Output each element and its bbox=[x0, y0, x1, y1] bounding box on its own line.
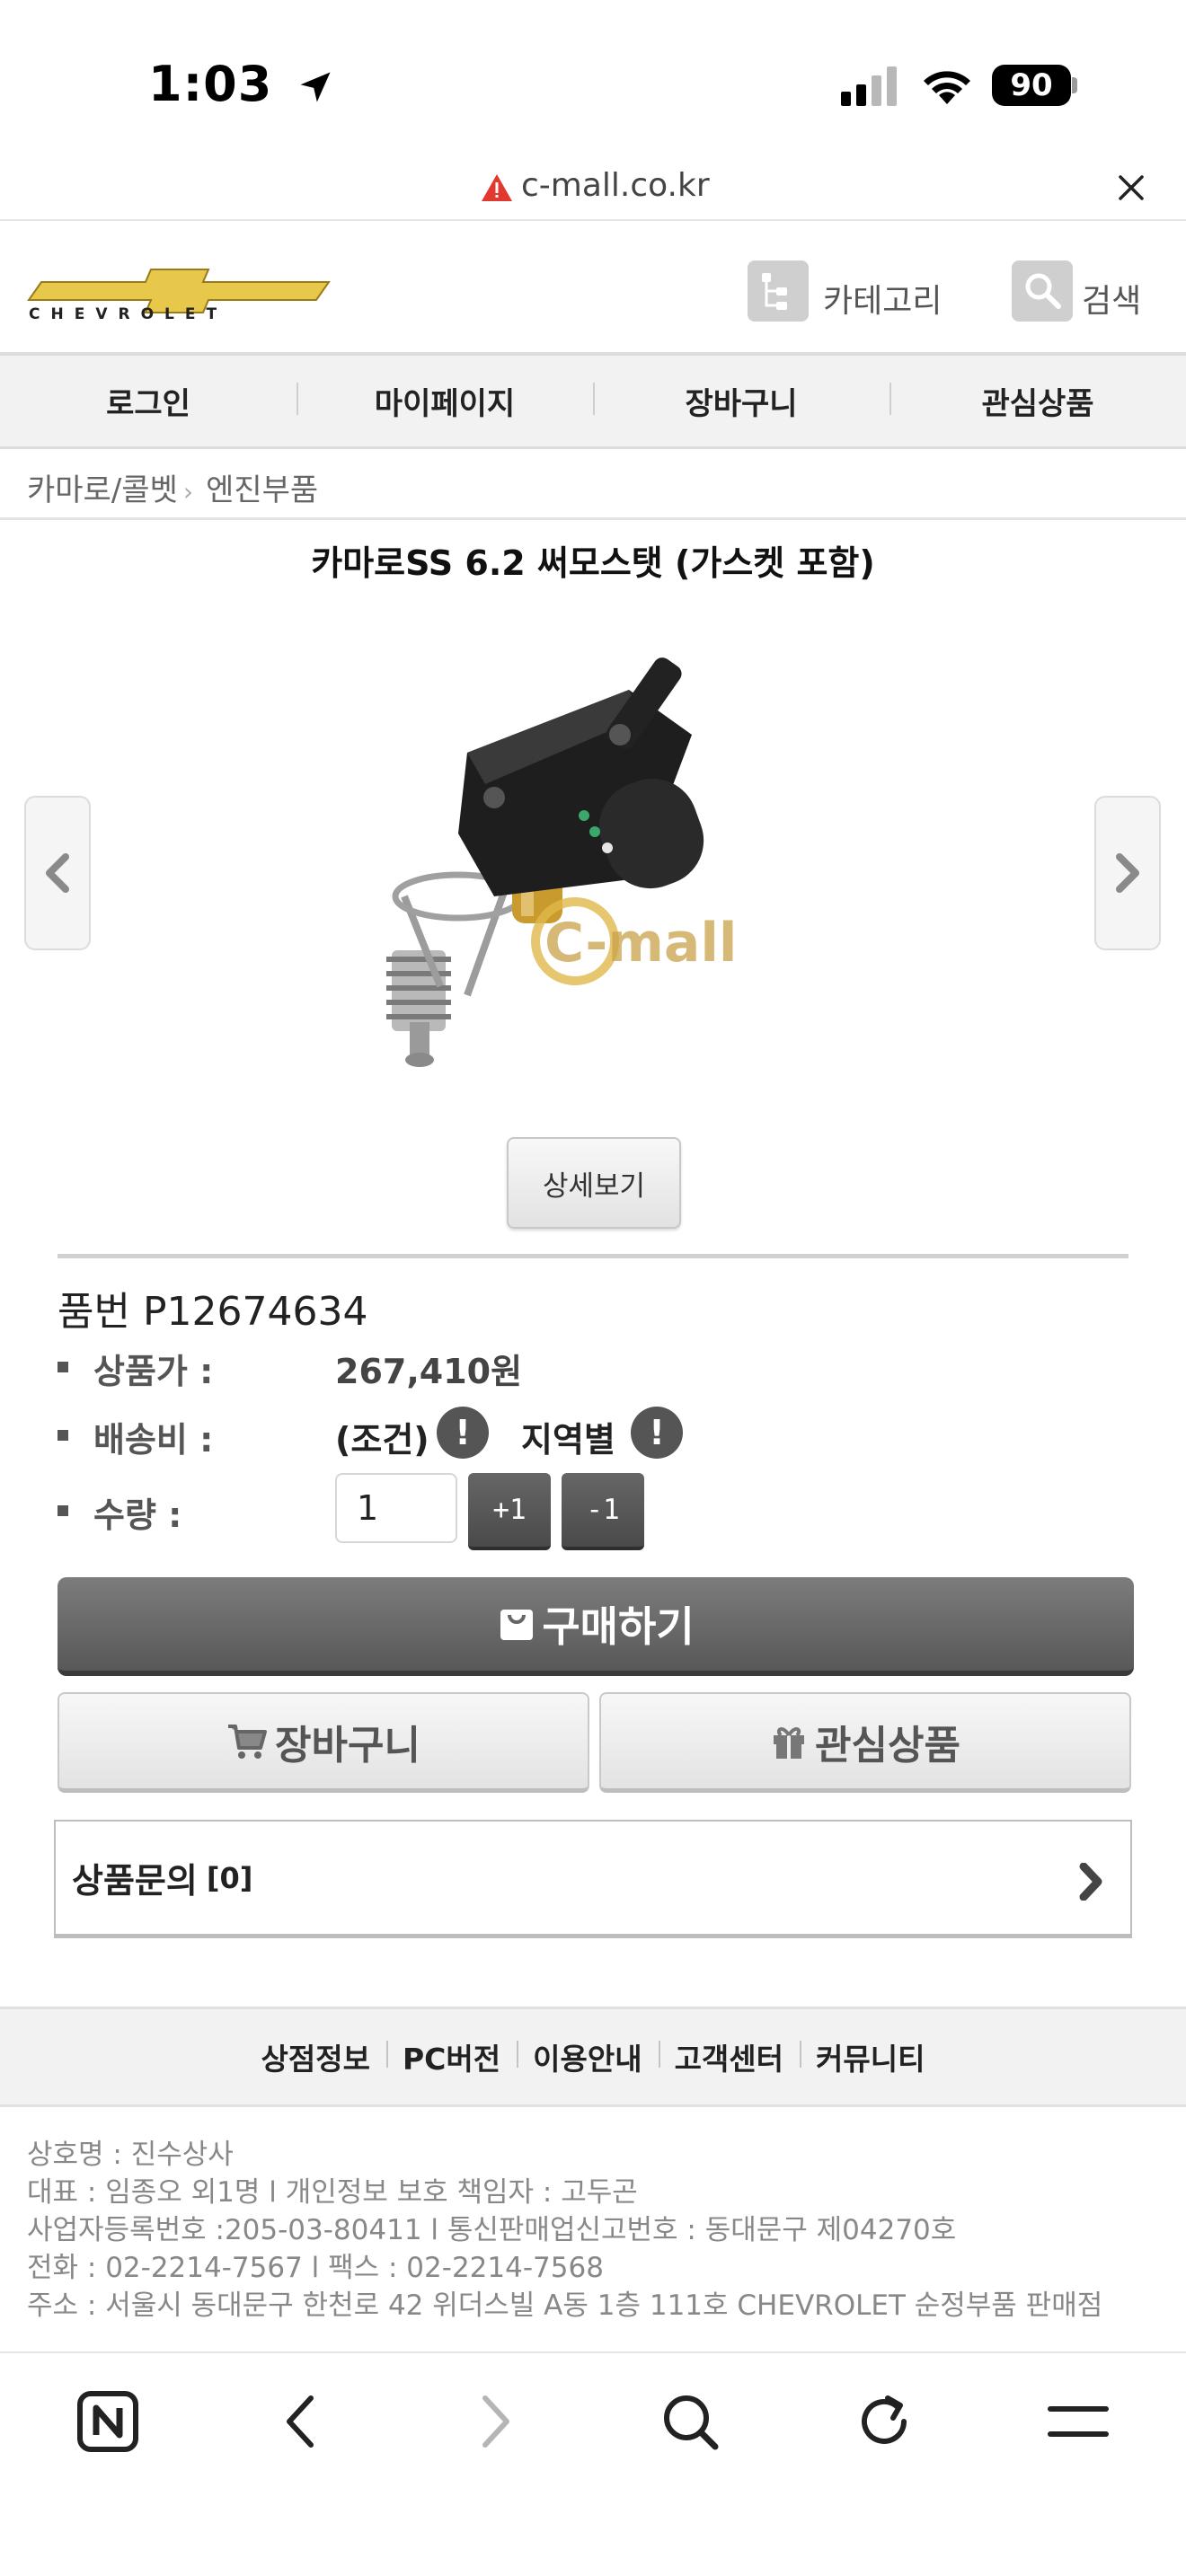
search-label[interactable]: 검색 bbox=[1082, 275, 1141, 322]
n-home-icon[interactable] bbox=[72, 2386, 144, 2457]
chevron-left-icon bbox=[46, 853, 69, 893]
status-time: 1:03 bbox=[148, 56, 335, 112]
price-label: 상품가 : bbox=[93, 1352, 214, 1391]
footer-company-name: 상호명 : 진수상사 bbox=[27, 2139, 234, 2171]
buy-button[interactable]: 구매하기 bbox=[58, 1577, 1134, 1676]
add-to-wishlist-button[interactable]: 관심상품 bbox=[599, 1692, 1131, 1793]
wishlist-button-label: 관심상품 bbox=[815, 1722, 960, 1769]
search-icon[interactable] bbox=[1012, 260, 1073, 322]
breadcrumb-separator: › bbox=[182, 477, 194, 507]
url-bar-divider bbox=[0, 219, 1186, 221]
battery-indicator: 90 bbox=[992, 65, 1071, 106]
back-icon[interactable] bbox=[264, 2386, 336, 2457]
chevrolet-logo[interactable]: CHEVROLET bbox=[27, 266, 332, 323]
breadcrumb-item-camaro[interactable]: 카마로/콜벳 bbox=[27, 472, 178, 508]
search-icon[interactable] bbox=[654, 2386, 726, 2457]
detail-view-button[interactable]: 상세보기 bbox=[507, 1137, 681, 1229]
chevron-right-icon bbox=[1116, 853, 1139, 893]
quantity-plus-button[interactable]: +1 bbox=[468, 1473, 551, 1550]
status-time-text: 1:03 bbox=[148, 56, 273, 112]
footer-nav-guide[interactable]: 이용안내 bbox=[517, 2035, 658, 2078]
inquiry-label: 상품문의 bbox=[72, 1861, 198, 1901]
footer-representative: 대표 : 임종오 외1명 l 개인정보 보호 책임자 : 고두곤 bbox=[27, 2176, 638, 2209]
breadcrumb-divider bbox=[0, 517, 1186, 520]
menu-login[interactable]: 로그인 bbox=[0, 379, 296, 423]
gift-icon bbox=[774, 1726, 805, 1759]
add-to-cart-button[interactable]: 장바구니 bbox=[58, 1692, 589, 1793]
inquiry-count: [0] bbox=[206, 1860, 253, 1895]
battery-cap bbox=[1072, 77, 1077, 93]
footer-nav-customer-center[interactable]: 고객센터 bbox=[658, 2035, 800, 2078]
quantity-minus-button[interactable]: -1 bbox=[562, 1473, 644, 1550]
product-inquiry-row[interactable]: 상품문의 [0] bbox=[54, 1820, 1132, 1938]
url-domain[interactable]: c-mall.co.kr bbox=[521, 167, 710, 204]
quantity-label: 수량 : bbox=[93, 1495, 182, 1535]
reload-icon[interactable] bbox=[848, 2386, 920, 2457]
shipping-condition-info-icon[interactable]: ! bbox=[437, 1407, 489, 1459]
shipping-region-info-icon[interactable]: ! bbox=[631, 1407, 683, 1459]
product-image[interactable]: C-mall bbox=[332, 600, 854, 1103]
price-value: 267,410원 bbox=[335, 1352, 523, 1391]
product-title: 카마로SS 6.2 써모스탯 (가스켓 포함) bbox=[311, 543, 875, 583]
footer-registration: 사업자등록번호 :205-03-80411 l 통신판매업신고번호 : 동대문구… bbox=[27, 2214, 957, 2246]
quantity-input[interactable]: 1 bbox=[335, 1473, 457, 1543]
breadcrumb: 카마로/콜벳 › 엔진부품 bbox=[27, 465, 318, 509]
shopping-bag-icon bbox=[500, 1610, 534, 1640]
footer-address: 주소 : 서울시 동대문구 한천로 42 위더스빌 A동 1층 111호 CHE… bbox=[27, 2289, 1103, 2322]
browser-toolbar bbox=[0, 2351, 1186, 2576]
menu-cart[interactable]: 장바구니 bbox=[593, 379, 890, 423]
bullet-price bbox=[58, 1362, 68, 1372]
location-arrow-icon bbox=[300, 72, 331, 102]
chevron-right-icon bbox=[1079, 1863, 1102, 1901]
bullet-shipping bbox=[58, 1430, 68, 1441]
footer-company-info: 상호명 : 진수상사 대표 : 임종오 외1명 l 개인정보 보호 책임자 : … bbox=[27, 2136, 1177, 2325]
close-icon[interactable] bbox=[1114, 171, 1148, 205]
menu-mypage[interactable]: 마이페이지 bbox=[296, 379, 593, 423]
shipping-label: 배송비 : bbox=[93, 1420, 214, 1460]
next-image-button[interactable] bbox=[1094, 796, 1161, 950]
warning-icon bbox=[482, 174, 512, 201]
wifi-icon bbox=[924, 71, 970, 104]
footer-nav-store-info[interactable]: 상점정보 bbox=[245, 2035, 386, 2078]
breadcrumb-item-engine[interactable]: 엔진부품 bbox=[206, 472, 318, 508]
menu-icon[interactable] bbox=[1042, 2386, 1114, 2457]
forward-icon[interactable] bbox=[460, 2386, 532, 2457]
category-icon[interactable] bbox=[748, 260, 809, 322]
prev-image-button[interactable] bbox=[24, 796, 91, 950]
main-menu: 로그인 마이페이지 장바구니 관심상품 bbox=[0, 352, 1186, 449]
product-divider bbox=[58, 1254, 1128, 1258]
brand-wordmark: CHEVROLET bbox=[29, 305, 228, 323]
cart-button-label: 장바구니 bbox=[275, 1722, 420, 1769]
category-label[interactable]: 카테고리 bbox=[823, 275, 942, 322]
footer-nav: 상점정보 PC버전 이용안내 고객센터 커뮤니티 bbox=[0, 2007, 1186, 2107]
bullet-quantity bbox=[58, 1505, 68, 1516]
footer-nav-pc-version[interactable]: PC버전 bbox=[385, 2035, 517, 2078]
cart-icon bbox=[228, 1724, 268, 1759]
part-number: 품번 P12674634 bbox=[58, 1289, 368, 1335]
watermark-text: C-mall bbox=[544, 912, 737, 975]
footer-nav-community[interactable]: 커뮤니티 bbox=[800, 2035, 941, 2078]
shipping-condition: (조건) bbox=[335, 1420, 429, 1460]
cellular-signal-icon bbox=[841, 66, 897, 106]
shipping-region: 지역별 bbox=[521, 1420, 615, 1460]
menu-wishlist[interactable]: 관심상품 bbox=[890, 379, 1186, 423]
footer-contact: 전화 : 02-2214-7567 l 팩스 : 02-2214-7568 bbox=[27, 2252, 604, 2284]
buy-button-label: 구매하기 bbox=[542, 1602, 695, 1651]
